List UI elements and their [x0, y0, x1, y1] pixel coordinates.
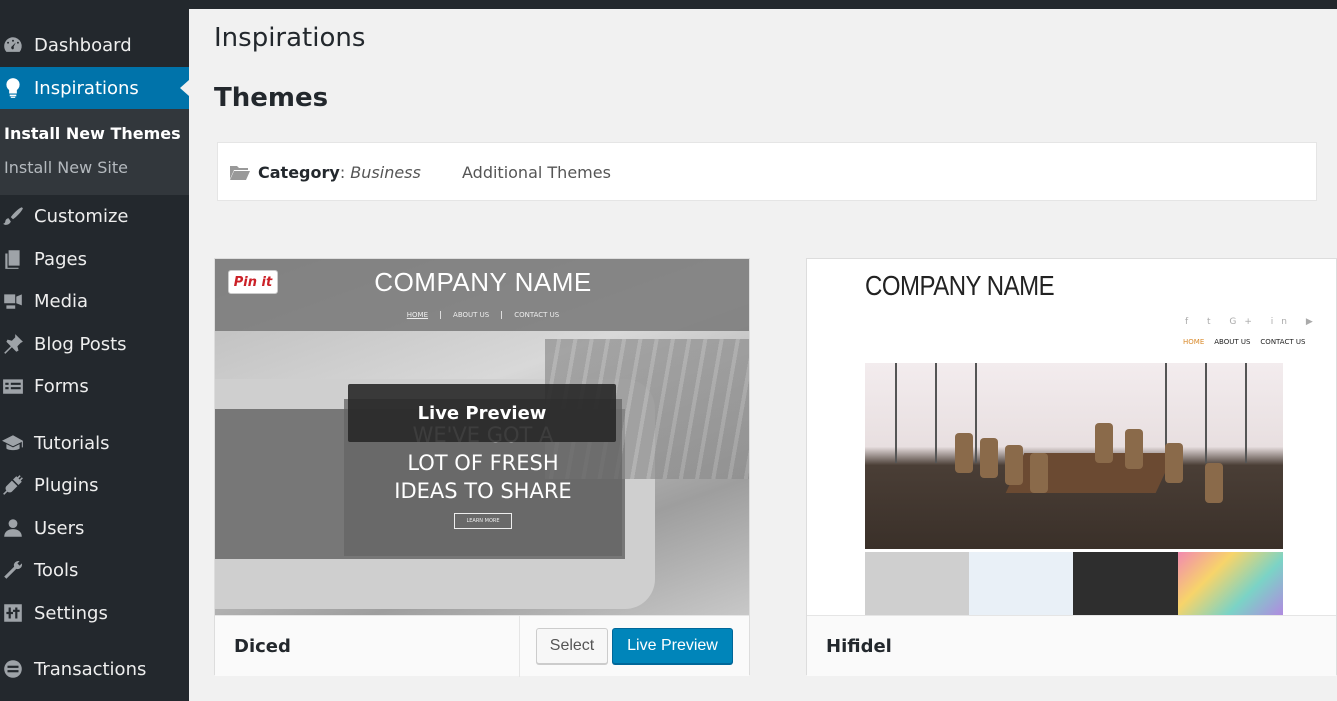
media-icon: [0, 290, 34, 312]
select-button[interactable]: Select: [536, 628, 608, 664]
theme-screenshot[interactable]: COMPANY NAME HOME ABOUT US CONTACT US Pin …: [215, 259, 749, 615]
admin-top-bar: [0, 0, 1337, 9]
live-preview-button[interactable]: Live Preview: [612, 628, 733, 664]
sidebar-item-dashboard[interactable]: Dashboard: [0, 24, 189, 66]
main-content: Inspirations Themes Category: Business A…: [189, 9, 1337, 701]
thumbnail-image: [865, 552, 969, 615]
transactions-icon: [0, 658, 34, 680]
sidebar-item-tools[interactable]: Tools: [0, 549, 189, 591]
folder-icon: [230, 166, 250, 180]
sidebar-submenu: Install New Themes Install New Site: [0, 109, 189, 195]
sidebar-item-label: Inspirations: [34, 77, 139, 99]
sidebar-item-label: Tools: [34, 559, 79, 581]
preview-nav-home: HOME: [1183, 338, 1205, 346]
sidebar-item-blog-posts[interactable]: Blog Posts: [0, 323, 189, 365]
preview-company-name: COMPANY NAME: [374, 267, 592, 297]
live-preview-overlay[interactable]: Live Preview: [348, 384, 616, 442]
category-label: Category: [258, 163, 340, 182]
sidebar-item-label: Settings: [34, 602, 108, 624]
sidebar-item-transactions[interactable]: Transactions: [0, 648, 189, 690]
sidebar-item-media[interactable]: Media: [0, 280, 189, 322]
conference-room-image: [865, 363, 1283, 549]
preview-hero-button: LEARN MORE: [454, 513, 512, 529]
sidebar-item-label: Plugins: [34, 474, 99, 496]
thumbnail-image: [969, 552, 1073, 615]
sidebar-item-label: Transactions: [34, 658, 147, 680]
sidebar-item-tutorials[interactable]: Tutorials: [0, 422, 189, 464]
admin-sidebar: Dashboard Inspirations Install New Theme…: [0, 0, 189, 701]
pages-icon: [0, 248, 34, 270]
sidebar-item-label: Customize: [34, 205, 129, 227]
category-value: Business: [350, 163, 421, 182]
thumbnail-image: [1178, 552, 1283, 615]
footer-divider: [519, 616, 520, 677]
preview-nav-contact: CONTACT US: [1260, 338, 1306, 346]
forms-icon: [0, 375, 34, 397]
theme-card-footer: Hifidel: [807, 615, 1336, 676]
sidebar-item-customize[interactable]: Customize: [0, 195, 189, 237]
preview-nav-about: ABOUT US: [1214, 338, 1251, 346]
paintbrush-icon: [0, 205, 34, 227]
preview-nav: HOME ABOUT US CONTACT US: [215, 311, 749, 319]
theme-filter-bar: Category: Business Additional Themes: [217, 142, 1317, 201]
category-filter[interactable]: Category: Business: [258, 163, 421, 182]
sidebar-item-label: Users: [34, 517, 85, 539]
preview-nav-contact: CONTACT US: [501, 311, 572, 319]
sidebar-item-label: Forms: [34, 375, 89, 397]
preview-nav: HOME ABOUT US CONTACT US: [1183, 338, 1315, 346]
preview-header: COMPANY NAME HOME ABOUT US CONTACT US: [215, 259, 749, 331]
submenu-install-new-themes[interactable]: Install New Themes: [4, 124, 181, 143]
sidebar-item-users[interactable]: Users: [0, 507, 189, 549]
theme-name: Diced: [234, 636, 291, 657]
sidebar-item-forms[interactable]: Forms: [0, 365, 189, 407]
theme-card-diced[interactable]: COMPANY NAME HOME ABOUT US CONTACT US Pin …: [214, 258, 750, 677]
sidebar-item-inspirations[interactable]: Inspirations: [0, 67, 189, 109]
preview-nav-about: ABOUT US: [440, 311, 502, 319]
sidebar-item-label: Dashboard: [34, 34, 132, 56]
settings-icon: [0, 602, 34, 624]
sidebar-item-settings[interactable]: Settings: [0, 592, 189, 634]
sidebar-item-label: Media: [34, 290, 89, 312]
sidebar-item-label: Blog Posts: [34, 333, 127, 355]
pin-icon: [0, 333, 34, 355]
page-title: Inspirations: [214, 23, 366, 53]
section-title: Themes: [214, 83, 329, 113]
plugin-icon: [0, 474, 34, 496]
thumbnail-image: [1073, 552, 1178, 615]
sidebar-item-pages[interactable]: Pages: [0, 238, 189, 280]
preview-nav-home: HOME: [406, 311, 429, 319]
hero-line: LOT OF FRESH: [407, 451, 559, 475]
theme-card-footer: Diced Select Live Preview: [215, 615, 749, 677]
submenu-install-new-site[interactable]: Install New Site: [4, 158, 128, 177]
users-icon: [0, 517, 34, 539]
sidebar-item-label: Tutorials: [34, 432, 110, 454]
sidebar-item-plugins[interactable]: Plugins: [0, 464, 189, 506]
sidebar-item-label: Pages: [34, 248, 87, 270]
pinterest-button[interactable]: Pin it: [228, 270, 278, 294]
dashboard-icon: [0, 34, 34, 56]
hero-line: IDEAS TO SHARE: [394, 479, 572, 503]
preview-company-name: COMPANY NAME: [865, 270, 1055, 302]
theme-card-hifidel[interactable]: COMPANY NAME f t G+ in ▶ HOME ABOUT US CON…: [806, 258, 1337, 676]
additional-themes-link[interactable]: Additional Themes: [462, 163, 611, 182]
lightbulb-icon: [0, 77, 34, 99]
wrench-icon: [0, 559, 34, 581]
theme-name: Hifidel: [826, 636, 892, 657]
theme-screenshot[interactable]: COMPANY NAME f t G+ in ▶ HOME ABOUT US CON…: [807, 259, 1336, 615]
preview-social-icons: f t G+ in ▶: [1185, 317, 1321, 327]
graduation-cap-icon: [0, 432, 34, 454]
